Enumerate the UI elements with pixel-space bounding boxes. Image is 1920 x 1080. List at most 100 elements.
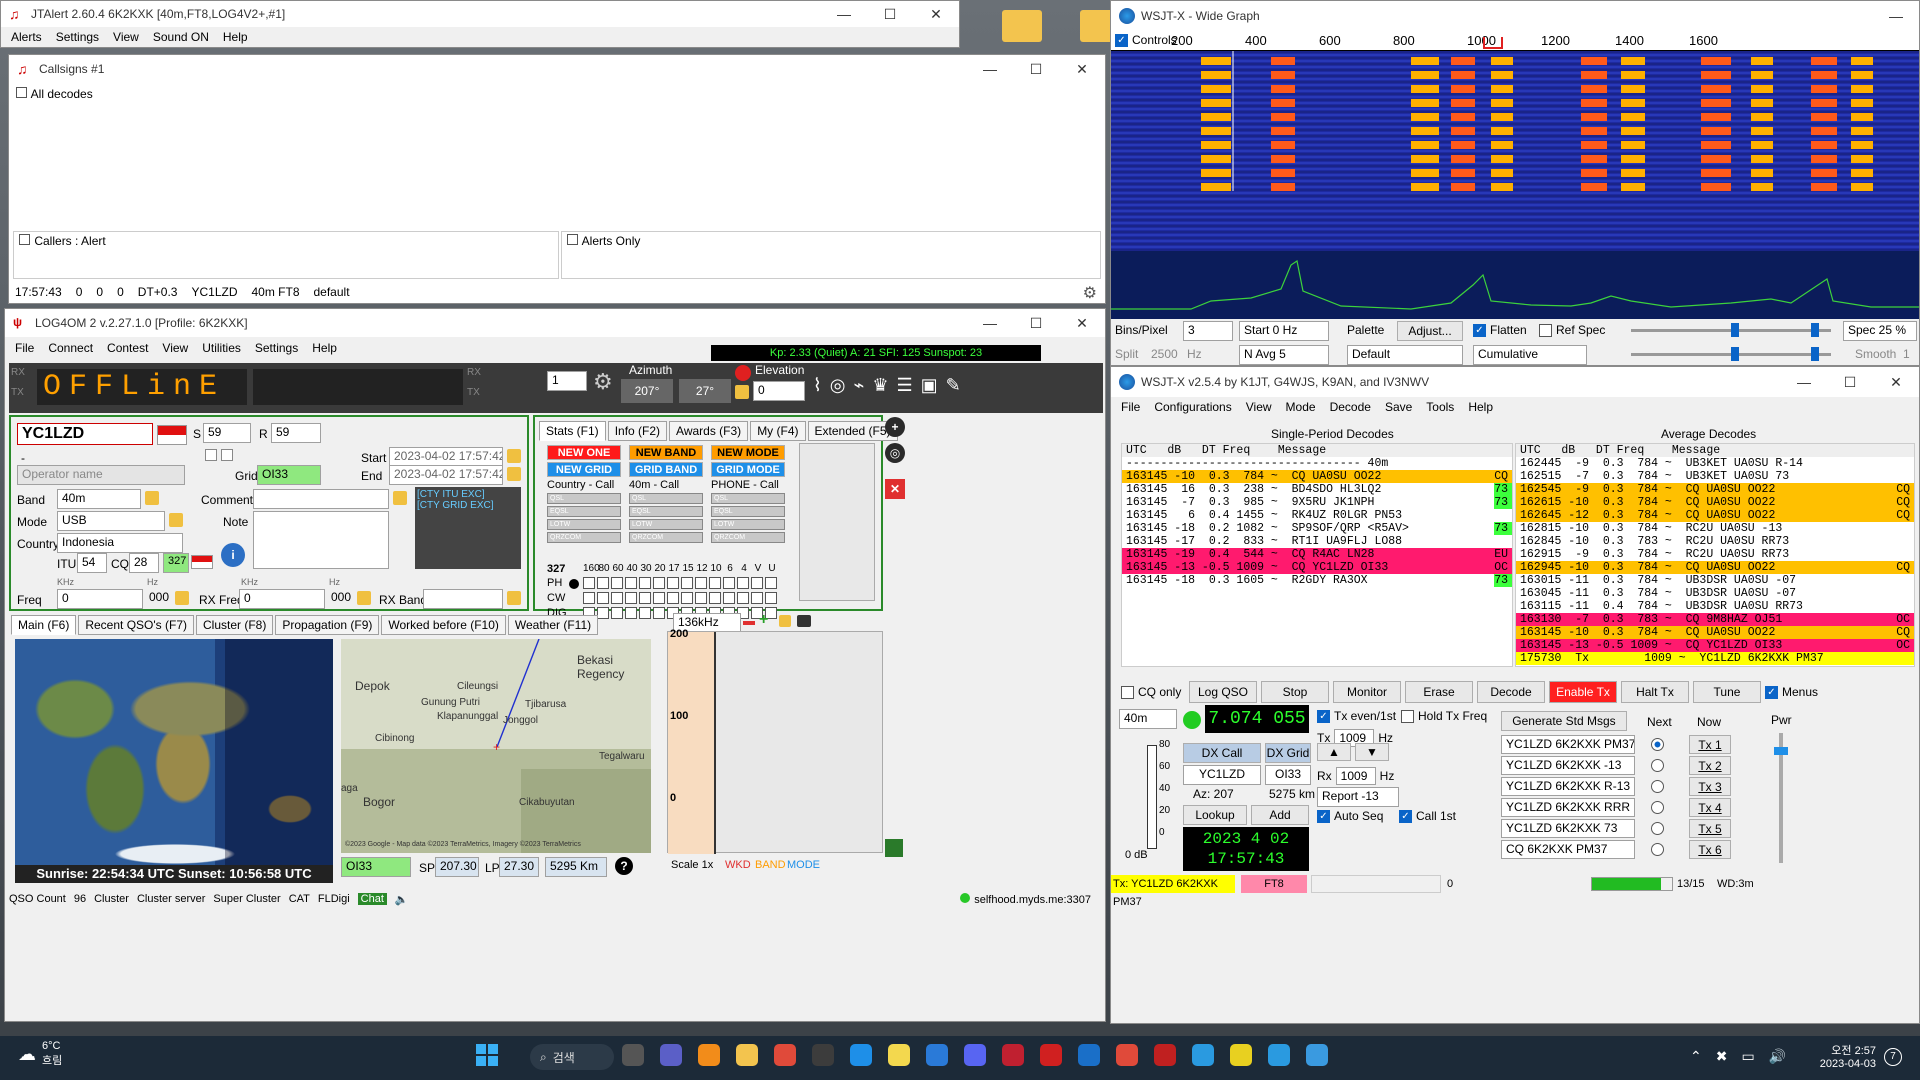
fldigi-status[interactable]: FLDigi (318, 893, 350, 905)
radio-icon[interactable]: ▣ (921, 375, 938, 396)
single-period-decodes[interactable]: UTC dB DT Freq Message -----------------… (1121, 443, 1513, 667)
rst-rcvd-select[interactable]: 59 (271, 423, 321, 443)
minimize-button[interactable]: — (1873, 8, 1919, 24)
navg-spinbox[interactable]: N Avg 5 (1239, 345, 1329, 365)
tab-cluster[interactable]: Cluster (F8) (196, 615, 274, 635)
lock-icon[interactable] (779, 615, 791, 627)
decode-row[interactable]: 163145 -10 0.3 784 ~ CQ UA0SU OO22 CQ (1516, 626, 1914, 639)
auto-seq-checkbox[interactable]: ✓ Auto Seq (1317, 809, 1383, 824)
chrome-icon[interactable] (1116, 1044, 1138, 1066)
clear-icon[interactable]: ✕ (885, 479, 905, 499)
rx-freq-khz-input[interactable]: 0 (239, 589, 325, 609)
minimize-button[interactable]: — (967, 61, 1013, 78)
lock-icon[interactable] (507, 449, 521, 463)
plus-icon[interactable]: + (759, 611, 768, 629)
decode-row[interactable]: 162645 -12 0.3 784 ~ CQ UA0SU OO22 CQ (1516, 509, 1914, 522)
rx-band-select[interactable] (423, 589, 503, 609)
folder-icon[interactable] (1002, 10, 1042, 42)
cq-select[interactable]: 28 (129, 553, 159, 573)
smile-icon[interactable] (1230, 1044, 1252, 1066)
tab-weather[interactable]: Weather (F11) (507, 615, 599, 635)
menu-item-file[interactable]: File (15, 341, 34, 355)
rst-sent-select[interactable]: 59 (203, 423, 251, 443)
dx-grid-input[interactable]: OI33 (1265, 765, 1311, 785)
callsign-input[interactable]: YC1LZD (17, 423, 153, 445)
volume-icon[interactable]: 🔈 (395, 893, 409, 906)
lock-icon[interactable] (735, 385, 749, 399)
close-button[interactable]: ✕ (1059, 61, 1105, 78)
clock[interactable]: 오전 2:57 2023-04-03 (1810, 1042, 1876, 1070)
decode-row[interactable]: 163145 -10 0.3 784 ~ CQ UA0SU OO22 CQ (1122, 470, 1512, 483)
menu-item-help[interactable]: Help (223, 30, 248, 44)
chat-icon[interactable] (660, 1044, 682, 1066)
zero-slider[interactable] (1631, 347, 1831, 361)
gear-icon[interactable]: ⚙ (1083, 283, 1097, 303)
sticky-notes-icon[interactable] (888, 1044, 910, 1066)
decode-row[interactable]: 163115 -11 0.4 784 ~ UB3DSR UA0SU RR73 (1516, 600, 1914, 613)
lock-icon[interactable] (507, 467, 521, 481)
chevron-up-icon[interactable]: ⌃ (1690, 1048, 1702, 1065)
waterfall-display[interactable] (1111, 51, 1919, 251)
cluster-server-status[interactable]: Cluster server (137, 893, 205, 905)
decode-row[interactable]: 163145 -17 0.2 833 ~ RT1I UA9FLJ LO88 (1122, 535, 1512, 548)
freq-khz-input[interactable]: 0 (57, 589, 143, 609)
network-icon[interactable]: ▭ (1741, 1048, 1754, 1065)
dx-call-input[interactable]: YC1LZD (1183, 765, 1261, 785)
globe-icon[interactable] (1192, 1044, 1214, 1066)
decode-row[interactable]: 163145 -7 0.3 985 ~ 9X5RU JK1NPH 73 (1122, 496, 1512, 509)
power-slider[interactable] (1774, 733, 1788, 863)
tune-button[interactable]: Tune (1693, 681, 1761, 703)
search-box[interactable]: ⌕ 검색 (530, 1044, 614, 1070)
freq-hz-input[interactable]: 000 (145, 589, 171, 609)
decode-row[interactable]: 163145 -13 -0.5 1009 ~ CQ YC1LZD OI33 OC (1516, 639, 1914, 652)
menu-item-view[interactable]: View (113, 30, 139, 44)
log4om-icon[interactable] (1154, 1044, 1176, 1066)
tx-message-input-5[interactable]: YC1LZD 6K2KXK 73 (1501, 819, 1635, 838)
menu-item-sound-on[interactable]: Sound ON (153, 30, 209, 44)
decode-row[interactable]: 162615 -10 0.3 784 ~ CQ UA0SU OO22 CQ (1516, 496, 1914, 509)
decode-row[interactable]: 162945 -10 0.3 784 ~ CQ UA0SU OO22 CQ (1516, 561, 1914, 574)
lock-icon[interactable] (393, 491, 407, 505)
menu-item-configurations[interactable]: Configurations (1154, 400, 1231, 414)
decode-row[interactable]: 162845 -10 0.3 783 ~ RC2U UA0SU RR73 (1516, 535, 1914, 548)
down-arrow-button[interactable]: ▼ (1355, 743, 1389, 761)
country-select[interactable]: Indonesia (57, 533, 183, 553)
note-input[interactable] (253, 511, 389, 569)
chat-status[interactable]: Chat (357, 893, 387, 905)
decode-row[interactable]: 162545 -9 0.3 784 ~ CQ UA0SU OO22 CQ (1516, 483, 1914, 496)
menu-item-settings[interactable]: Settings (255, 341, 298, 355)
tx4-button[interactable]: Tx 4 (1689, 798, 1731, 817)
tx1-button[interactable]: Tx 1 (1689, 735, 1731, 754)
kakaotalk-icon[interactable] (812, 1044, 834, 1066)
mode-select[interactable]: USB (57, 511, 165, 531)
rx-frequency-spinbox[interactable]: Rx 1009 Hz (1317, 767, 1394, 785)
lock-icon[interactable] (169, 513, 183, 527)
tx2-button[interactable]: Tx 2 (1689, 756, 1731, 775)
cat-status[interactable]: CAT (289, 893, 310, 905)
info-icon[interactable]: i (221, 543, 245, 567)
crown-icon[interactable]: ♛ (872, 375, 888, 396)
add-button[interactable]: Add (1251, 805, 1309, 825)
bins-spinbox[interactable]: 3 (1183, 321, 1233, 341)
menus-checkbox[interactable]: ✓ Menus (1765, 685, 1818, 700)
cumulative-select[interactable]: Cumulative (1473, 345, 1587, 365)
maximize-button[interactable]: ☐ (1013, 61, 1059, 78)
gear-icon[interactable]: ⚙ (593, 369, 613, 395)
decode-row[interactable]: 162815 -10 0.3 784 ~ RC2U UA0SU -13 (1516, 522, 1914, 535)
next-radio-5[interactable] (1651, 822, 1664, 835)
edit-icon[interactable] (1306, 1044, 1328, 1066)
flatten-checkbox[interactable]: ✓ Flatten (1473, 323, 1527, 338)
store-icon[interactable] (926, 1044, 948, 1066)
add-icon[interactable]: + (885, 417, 905, 437)
bandscope[interactable]: 200 100 0 (667, 628, 883, 854)
log-qso-button[interactable]: Log QSO (1189, 681, 1257, 703)
close-button[interactable]: ✕ (913, 6, 959, 23)
volume-icon[interactable]: 🔊 (1769, 1048, 1786, 1065)
menu-item-mode[interactable]: Mode (1286, 400, 1316, 414)
maximize-button[interactable]: ☐ (867, 6, 913, 23)
average-decodes[interactable]: UTC dB DT Freq Message 162445 -9 0.3 784… (1515, 443, 1915, 667)
split-value[interactable]: 2500 (1151, 347, 1178, 361)
next-radio-6[interactable] (1651, 843, 1664, 856)
app-tray-icon[interactable]: ✖ (1716, 1048, 1728, 1065)
lock-icon[interactable] (145, 491, 159, 505)
